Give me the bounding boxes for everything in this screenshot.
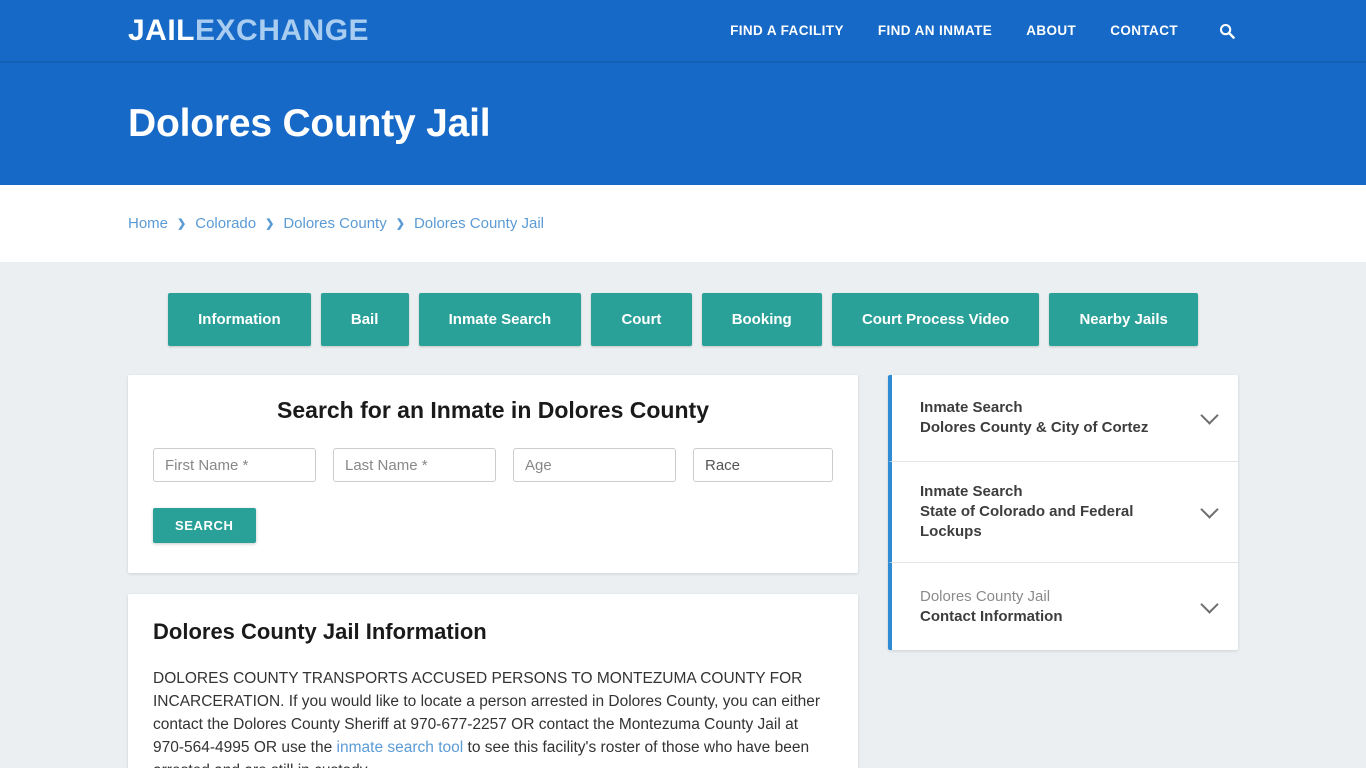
inmate-search-card: Search for an Inmate in Dolores County R… [128,375,858,573]
sidebar-accordion: Inmate Search Dolores County & City of C… [888,375,1238,650]
search-button[interactable]: SEARCH [153,508,256,543]
nav-item-contact[interactable]: CONTACT [1110,23,1178,38]
tab-court-process-video[interactable]: Court Process Video [831,293,1040,346]
inmate-search-tool-link[interactable]: inmate search tool [337,739,464,756]
sidebar-column: Inmate Search Dolores County & City of C… [888,375,1238,768]
chevron-right-icon: ❯ [177,218,187,230]
site-logo[interactable]: JAILEXCHANGE [128,13,370,47]
chevron-down-icon [1200,406,1219,425]
chevron-down-icon [1200,594,1219,614]
page-title: Dolores County Jail [128,102,491,145]
nav-item-about[interactable]: ABOUT [1026,23,1076,38]
information-paragraph: DOLORES COUNTY TRANSPORTS ACCUSED PERSON… [153,667,833,768]
accordion-item-text: Inmate Search Dolores County & City of C… [920,398,1148,438]
breadcrumb-band: Home ❯ Colorado ❯ Dolores County ❯ Dolor… [0,185,1366,262]
accordion-item-inmate-search-county[interactable]: Inmate Search Dolores County & City of C… [888,375,1238,462]
accordion-item-text: Dolores County Jail Contact Information [920,587,1063,627]
facility-information-card: Dolores County Jail Information DOLORES … [128,594,858,768]
accordion-item-line1: Inmate Search [920,483,1023,500]
age-input[interactable] [513,448,676,482]
logo-text-primary: JAIL [128,13,196,47]
nav-item-find-an-inmate[interactable]: FIND AN INMATE [878,23,992,38]
search-fields-row: Race [153,448,833,482]
accordion-item-line1: Inmate Search [920,399,1023,416]
tab-inmate-search[interactable]: Inmate Search [418,293,582,346]
facility-tab-bar: Information Bail Inmate Search Court Boo… [168,293,1198,346]
tab-information[interactable]: Information [168,293,311,346]
tab-bail[interactable]: Bail [320,293,409,346]
accordion-item-line2: Dolores County & City of Cortez [920,419,1149,436]
chevron-right-icon: ❯ [395,218,405,230]
tab-booking[interactable]: Booking [701,293,822,346]
main-navigation: FIND A FACILITY FIND AN INMATE ABOUT CON… [730,20,1238,42]
race-select[interactable]: Race [693,448,833,482]
chevron-right-icon: ❯ [265,218,275,230]
breadcrumb-item-colorado[interactable]: Colorado [195,215,256,232]
information-heading: Dolores County Jail Information [153,619,487,644]
tab-nearby-jails[interactable]: Nearby Jails [1049,293,1198,346]
two-column-layout: Search for an Inmate in Dolores County R… [128,375,1238,768]
breadcrumb-item-dolores-county-jail[interactable]: Dolores County Jail [414,215,544,232]
accordion-item-line2: State of Colorado and Federal Lockups [920,503,1134,540]
nav-item-find-a-facility[interactable]: FIND A FACILITY [730,23,844,38]
page-body: Information Bail Inmate Search Court Boo… [0,262,1366,768]
main-column: Search for an Inmate in Dolores County R… [128,375,858,768]
accordion-item-line2: Contact Information [920,607,1063,625]
breadcrumb: Home ❯ Colorado ❯ Dolores County ❯ Dolor… [128,215,544,232]
breadcrumb-item-home[interactable]: Home [128,215,168,232]
chevron-down-icon [1200,500,1219,519]
site-header: JAILEXCHANGE FIND A FACILITY FIND AN INM… [0,0,1366,63]
accordion-item-inmate-search-state[interactable]: Inmate Search State of Colorado and Fede… [888,462,1238,563]
page-hero: Dolores County Jail [0,63,1366,185]
content-container: Information Bail Inmate Search Court Boo… [128,293,1238,768]
accordion-item-line1: Dolores County Jail [920,587,1051,605]
tab-court[interactable]: Court [591,293,692,346]
search-card-title: Search for an Inmate in Dolores County [277,397,709,423]
search-icon[interactable] [1216,20,1238,42]
last-name-input[interactable] [333,448,496,482]
accordion-item-text: Inmate Search State of Colorado and Fede… [920,482,1192,542]
accordion-item-contact-information[interactable]: Dolores County Jail Contact Information [888,563,1238,650]
breadcrumb-item-dolores-county[interactable]: Dolores County [283,215,386,232]
first-name-input[interactable] [153,448,316,482]
logo-text-secondary: EXCHANGE [195,13,370,47]
